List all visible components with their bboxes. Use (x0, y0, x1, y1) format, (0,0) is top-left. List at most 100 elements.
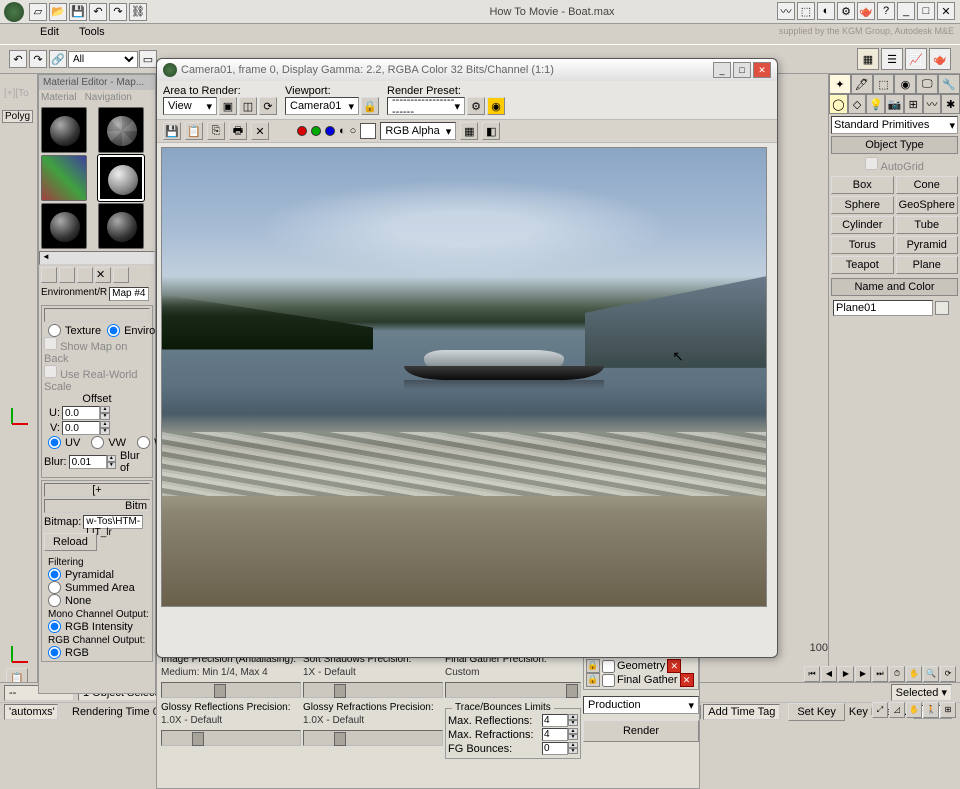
walk-icon[interactable]: 🚶 (923, 702, 939, 718)
final-gather-check[interactable] (602, 674, 615, 687)
new-icon[interactable]: ▱ (29, 3, 47, 21)
zoom-ext-icon[interactable]: ⤢ (872, 702, 888, 718)
redo-icon[interactable]: ↷ (109, 3, 127, 21)
modifier-tab[interactable]: Polyg (2, 110, 33, 123)
channel-dropdown[interactable]: RGB Alpha▾ (380, 122, 456, 140)
toggle-overlay-icon[interactable]: ▦ (460, 122, 478, 140)
material-slot-2[interactable] (98, 107, 144, 153)
pyramid-button[interactable]: Pyramid (896, 236, 959, 254)
mat-menu-navigation[interactable]: Navigation (85, 92, 132, 103)
curve-icon[interactable]: 📈 (905, 48, 927, 70)
blue-channel-toggle[interactable] (325, 126, 335, 136)
cone-button[interactable]: Cone (896, 176, 959, 194)
area-dropdown[interactable]: View▾ (163, 97, 217, 115)
help-icon[interactable]: ? (877, 2, 895, 20)
material-slot-4[interactable] (98, 155, 144, 201)
pyramidal-radio[interactable] (48, 568, 61, 581)
material-slot-6[interactable] (98, 203, 144, 249)
prev-frame-icon[interactable]: ◀ (821, 666, 837, 682)
red-channel-toggle[interactable] (297, 126, 307, 136)
geometry-check[interactable] (602, 660, 615, 673)
texture-radio[interactable] (48, 324, 61, 337)
save-image-icon[interactable]: 💾 (163, 122, 181, 140)
close-icon[interactable]: ✕ (937, 2, 955, 20)
select-link-icon[interactable]: 🔗 (49, 50, 67, 68)
maximize-icon[interactable]: □ (917, 2, 935, 20)
fg-precision-slider[interactable] (445, 682, 581, 698)
geosphere-button[interactable]: GeoSphere (896, 196, 959, 214)
tube-button[interactable]: Tube (896, 216, 959, 234)
minimize-button[interactable]: _ (713, 62, 731, 78)
uv-radio[interactable] (48, 436, 61, 449)
mono-toggle[interactable]: ○ (350, 125, 357, 137)
lights-cat-icon[interactable]: 💡 (866, 94, 885, 114)
glossy-refr-slider[interactable] (303, 730, 443, 746)
close-button[interactable]: ✕ (753, 62, 771, 78)
mat-menu-material[interactable]: Material (41, 92, 77, 103)
print-icon[interactable]: 🖶 (229, 122, 247, 140)
undo-icon[interactable]: ↶ (89, 3, 107, 21)
assign-material-icon[interactable] (77, 267, 93, 283)
undo2-icon[interactable]: ↶ (9, 50, 27, 68)
environment-icon[interactable]: ◉ (487, 97, 505, 115)
torus-button[interactable]: Torus (831, 236, 894, 254)
soft-shadow-slider[interactable] (303, 682, 443, 698)
menu-edit[interactable]: Edit (30, 24, 69, 44)
spacewarps-cat-icon[interactable]: 〰 (923, 94, 942, 114)
render-setup2-icon[interactable]: ⚙ (467, 97, 485, 115)
edit-region-icon[interactable]: ▣ (219, 97, 237, 115)
object-color-swatch[interactable] (935, 301, 949, 315)
geom-clear-button[interactable]: ✕ (667, 659, 681, 673)
map-name-field[interactable]: Map #4 (109, 287, 149, 301)
minimize-icon[interactable]: _ (897, 2, 915, 20)
selection-lock-dropdown[interactable]: Selected ▾ (891, 684, 952, 701)
blur-input[interactable] (69, 455, 107, 469)
alpha-toggle[interactable]: ◐ (339, 125, 346, 137)
add-time-tag[interactable]: Add Time Tag (703, 704, 780, 720)
layers-icon[interactable]: ☰ (881, 48, 903, 70)
select-icon[interactable]: ▭ (139, 50, 157, 68)
render-button[interactable]: Render (583, 720, 699, 742)
auto-region-icon[interactable]: ◫ (239, 97, 257, 115)
viewport-dropdown[interactable]: Camera01▾ (285, 97, 359, 115)
summed-area-radio[interactable] (48, 581, 61, 594)
fg-bounces-input[interactable] (542, 742, 568, 755)
teapot-render-icon[interactable]: 🫖 (929, 48, 951, 70)
clear-icon[interactable]: ✕ (251, 122, 269, 140)
modify-tab-icon[interactable]: 🖊 (851, 74, 873, 94)
rgb-intensity-radio[interactable] (48, 620, 61, 633)
reset-icon[interactable]: ✕ (95, 267, 111, 283)
systems-cat-icon[interactable]: ✱ (941, 94, 960, 114)
object-type-header[interactable]: Object Type (831, 136, 958, 154)
environ-radio[interactable] (107, 324, 120, 337)
max-viewport-icon[interactable]: ⊞ (940, 702, 956, 718)
material-icon[interactable]: ◐ (817, 2, 835, 20)
cameras-cat-icon[interactable]: 📷 (885, 94, 904, 114)
lock-viewport-icon[interactable]: 🔒 (361, 97, 379, 115)
maximize-button[interactable]: □ (733, 62, 751, 78)
link-icon[interactable]: ⛓ (129, 3, 147, 21)
copy-image-icon[interactable]: 📋 (185, 122, 203, 140)
object-name-input[interactable] (833, 300, 933, 316)
material-slot-5[interactable] (41, 203, 87, 249)
fov-icon[interactable]: ◿ (889, 702, 905, 718)
max-refl-input[interactable] (542, 714, 568, 727)
bitmap-rollout-hdr[interactable]: Bitm (44, 499, 150, 513)
u-offset-input[interactable] (62, 406, 100, 420)
goto-end-icon[interactable]: ⏭ (872, 666, 888, 682)
green-channel-toggle[interactable] (311, 126, 321, 136)
render-icon[interactable]: 🫖 (857, 2, 875, 20)
clone-image-icon[interactable]: ⎘ (207, 122, 225, 140)
hierarchy-tab-icon[interactable]: ⬚ (873, 74, 895, 94)
geometry-cat-icon[interactable]: ◯ (829, 94, 848, 114)
open-icon[interactable]: 📂 (49, 3, 67, 21)
box-button[interactable]: Box (831, 176, 894, 194)
make-copy-icon[interactable] (113, 267, 129, 283)
utilities-tab-icon[interactable]: 🔧 (938, 74, 960, 94)
set-key-button[interactable]: Set Key (788, 703, 845, 721)
none-radio[interactable] (48, 594, 61, 607)
v-offset-input[interactable] (62, 421, 100, 435)
next-frame-icon[interactable]: ▶ (855, 666, 871, 682)
vw-radio[interactable] (91, 436, 104, 449)
display-tab-icon[interactable]: 🖵 (916, 74, 938, 94)
